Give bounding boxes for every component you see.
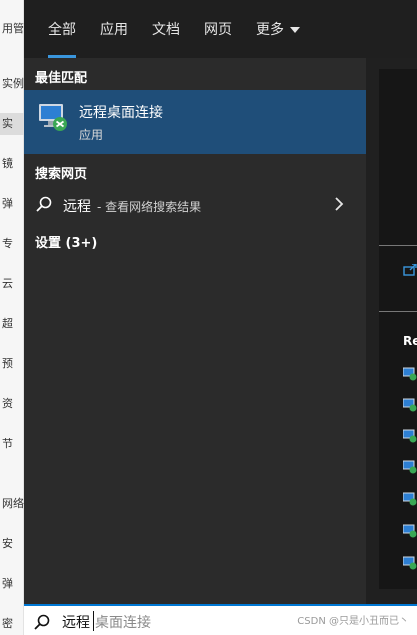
search-icon <box>36 196 52 212</box>
chevron-down-icon <box>290 27 300 33</box>
tab-apps[interactable]: 应用 <box>100 0 128 58</box>
remote-desktop-icon[interactable] <box>403 429 417 443</box>
open-icon[interactable] <box>403 264 417 276</box>
section-settings[interactable]: 设置 (3+) <box>35 232 97 251</box>
remote-desktop-icon[interactable] <box>403 398 417 412</box>
background-item: 密 <box>2 617 13 630</box>
background-item: 网络与 <box>2 497 24 510</box>
web-search-hint: - 查看网络搜索结果 <box>97 200 202 214</box>
best-match-title: 远程桌面连接 <box>79 105 163 121</box>
watermark: CSDN @只是小丑而已丶 <box>297 616 409 627</box>
background-item: 实 <box>0 113 24 135</box>
remote-desktop-icon[interactable] <box>403 492 417 506</box>
remote-desktop-icon[interactable] <box>403 556 417 570</box>
results-list: 最佳匹配 远程桌面连接 应用 搜索网页 远程 - 查看网络搜索结果 设置 (3+… <box>24 58 366 604</box>
background-item: 超 <box>2 317 13 330</box>
background-item: 节 <box>2 437 13 450</box>
tab-documents[interactable]: 文档 <box>152 0 180 58</box>
recent-label: Re <box>403 334 417 348</box>
background-item: 云 <box>2 277 13 290</box>
web-search-term: 远程 <box>63 199 91 215</box>
remote-desktop-icon <box>39 104 67 131</box>
search-icon <box>34 614 50 630</box>
background-item: 弹 <box>2 197 13 210</box>
best-match-result[interactable]: 远程桌面连接 应用 <box>24 90 366 154</box>
background-item: 预 <box>2 357 13 370</box>
background-item: 专 <box>2 237 13 250</box>
search-autocomplete: 桌面连接 <box>95 615 151 631</box>
divider <box>379 245 417 246</box>
background-item: 用管 <box>2 22 24 35</box>
section-best-match: 最佳匹配 <box>35 71 88 86</box>
tab-all[interactable]: 全部 <box>48 0 76 58</box>
background-app-strip: 用管 实例与 实 镜 弹 专 云 超 预 资 节 网络与 安 弹 密 <box>0 0 24 635</box>
background-item: 镜 <box>2 157 13 170</box>
search-filter-tabs: 全部 应用 文档 网页 更多 <box>24 0 417 58</box>
remote-desktop-icon[interactable] <box>403 367 417 381</box>
preview-card <box>379 69 417 589</box>
text-cursor <box>93 611 94 631</box>
remote-desktop-icon[interactable] <box>403 460 417 474</box>
background-item: 资 <box>2 397 13 410</box>
best-match-subtitle: 应用 <box>79 128 104 142</box>
chevron-right-icon[interactable] <box>334 197 344 211</box>
section-web-search: 搜索网页 <box>35 167 88 182</box>
start-search-panel: 全部 应用 文档 网页 更多 最佳匹配 远程桌面连接 应用 搜索网页 远程 - … <box>24 0 417 604</box>
tab-more[interactable]: 更多 <box>256 0 300 58</box>
preview-pane: Re <box>366 58 417 604</box>
background-item: 实例与 <box>2 77 24 90</box>
background-item: 安 <box>2 537 13 550</box>
background-item: 弹 <box>2 577 13 590</box>
web-search-result[interactable]: 远程 - 查看网络搜索结果 <box>24 188 366 222</box>
divider <box>379 311 417 312</box>
tab-web[interactable]: 网页 <box>204 0 232 58</box>
remote-desktop-icon[interactable] <box>403 524 417 538</box>
search-input-text[interactable]: 远程 <box>62 612 90 632</box>
